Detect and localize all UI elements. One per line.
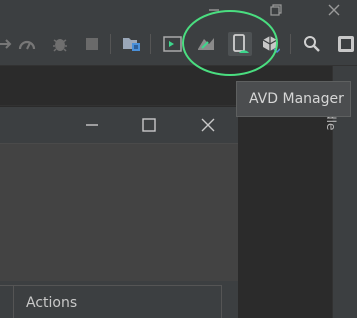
stop-button[interactable] [82, 34, 102, 54]
avd-manager-button[interactable] [228, 32, 252, 56]
close-icon [328, 4, 340, 16]
table-column-header[interactable] [0, 286, 14, 318]
dialog-minimize-button[interactable] [80, 115, 104, 135]
actions-column-header[interactable]: Actions [26, 286, 77, 318]
attach-debugger-icon [53, 39, 67, 52]
minimize-button[interactable] [200, 0, 228, 20]
project-structure-button[interactable] [122, 34, 142, 54]
maximize-icon [142, 118, 156, 132]
close-icon [201, 118, 215, 132]
avd-manager-icon [233, 34, 249, 53]
toolbar-separator [110, 34, 111, 54]
dialog-close-button[interactable] [196, 115, 220, 135]
debug-arrow-button[interactable] [0, 34, 14, 54]
run-console-button[interactable] [163, 34, 183, 54]
search-icon [304, 36, 320, 52]
close-window-button[interactable] [320, 0, 348, 20]
sdk-manager-button[interactable] [196, 34, 216, 54]
sync-gradle-icon [262, 36, 280, 54]
dialog-maximize-button[interactable] [137, 115, 161, 135]
sdk-manager-icon [198, 38, 214, 50]
restore-button[interactable] [262, 0, 290, 20]
sync-gradle-button[interactable] [260, 34, 280, 54]
profiler-button[interactable] [17, 34, 37, 54]
search-button[interactable] [302, 34, 322, 54]
dialog-title-bar [0, 107, 238, 143]
attach-debugger-button[interactable] [50, 34, 70, 54]
dialog-content [0, 143, 238, 281]
run-console-icon [163, 36, 182, 52]
debug-arrow-icon [0, 39, 12, 49]
overflow-icon [338, 36, 354, 52]
toolbar-separator [290, 34, 291, 54]
device-table-header: Actions [0, 285, 222, 318]
right-panel [240, 106, 332, 318]
minimize-icon [86, 124, 98, 126]
ide-title-bar [0, 0, 357, 22]
restore-icon [270, 4, 282, 16]
profiler-icon [18, 40, 36, 50]
minimize-icon [209, 9, 219, 11]
avd-manager-tooltip: AVD Manager [236, 81, 351, 117]
stop-icon [86, 38, 98, 50]
project-structure-icon [123, 38, 140, 51]
toolbar-separator [150, 34, 151, 54]
main-toolbar [0, 22, 357, 66]
overflow-button[interactable] [336, 34, 356, 54]
